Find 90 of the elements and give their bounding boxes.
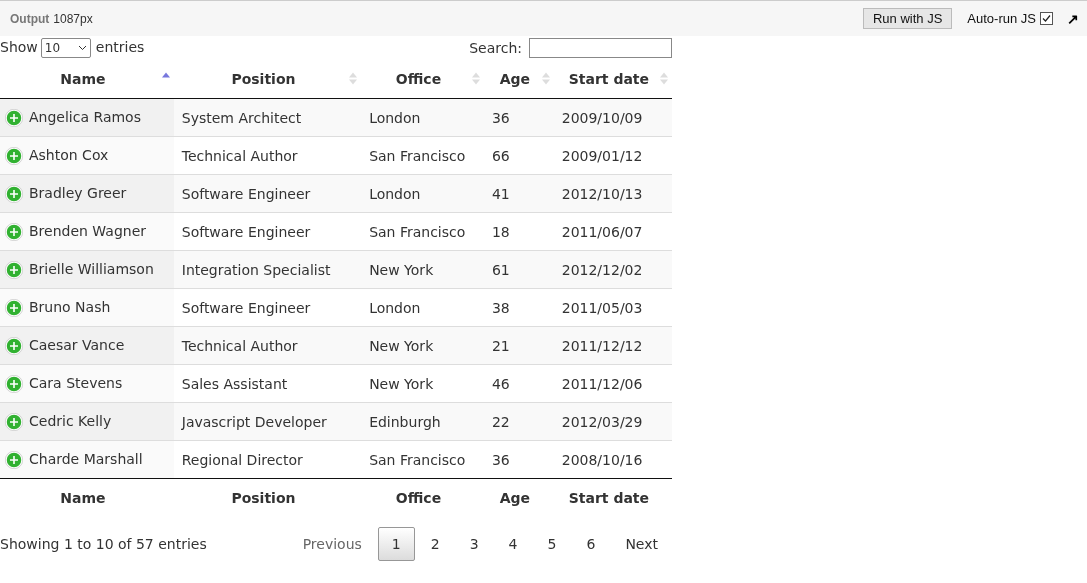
- column-header[interactable]: Age: [483, 60, 554, 99]
- expand-icon[interactable]: [5, 146, 23, 165]
- autorun-checkbox[interactable]: [1040, 12, 1053, 25]
- table-cell: Software Engineer: [173, 212, 362, 251]
- run-button[interactable]: Run with JS: [862, 8, 953, 29]
- column-header[interactable]: Name: [0, 60, 174, 99]
- expand-icon[interactable]: [5, 222, 23, 241]
- column-footer: Office: [361, 478, 484, 517]
- column-header[interactable]: Position: [173, 60, 362, 99]
- table-cell: 2009/01/12: [553, 136, 672, 175]
- table-cell: Integration Specialist: [173, 250, 362, 289]
- autorun-label: Auto-run JS: [967, 11, 1036, 26]
- page-button[interactable]: 6: [572, 527, 610, 561]
- table-cell: 2011/06/07: [553, 212, 672, 251]
- table-cell: Cara Stevens: [0, 364, 174, 403]
- table-cell: Brielle Williamson: [0, 250, 174, 289]
- column-header[interactable]: Office: [361, 60, 484, 99]
- caret-icon: [77, 45, 87, 51]
- table-cell: 2011/12/12: [553, 326, 672, 365]
- table-cell: 21: [483, 326, 554, 365]
- page-button[interactable]: 4: [494, 527, 532, 561]
- table-cell: 61: [483, 250, 554, 289]
- table-cell: Sales Assistant: [173, 364, 362, 403]
- popout-button[interactable]: ↗: [1067, 10, 1079, 27]
- expand-icon[interactable]: [5, 374, 23, 393]
- table-cell: Brenden Wagner: [0, 212, 174, 251]
- expand-icon[interactable]: [5, 336, 23, 355]
- next-button[interactable]: Next: [611, 527, 672, 561]
- table-cell: 2012/03/29: [553, 402, 672, 441]
- table-cell: 38: [483, 288, 554, 327]
- column-footer: Position: [173, 478, 362, 517]
- search-field[interactable]: [529, 38, 672, 58]
- show-label: Show: [0, 39, 38, 55]
- table-cell: 18: [483, 212, 554, 251]
- table-cell: San Francisco: [361, 440, 484, 479]
- table-cell: 46: [483, 364, 554, 403]
- table-cell: London: [361, 174, 484, 213]
- table-cell: New York: [361, 326, 484, 365]
- search-label: Search:: [469, 40, 522, 56]
- output-label: Output: [10, 11, 50, 26]
- table-cell: Technical Author: [173, 326, 362, 365]
- table-info: Showing 1 to 10 of 57 entries: [0, 536, 207, 552]
- expand-icon[interactable]: [5, 298, 23, 317]
- table-cell: Charde Marshall: [0, 440, 174, 479]
- table-cell: Regional Director: [173, 440, 362, 479]
- page-button[interactable]: 5: [533, 527, 571, 561]
- table-cell: London: [361, 288, 484, 327]
- column-header[interactable]: Start date: [553, 60, 672, 99]
- table-cell: 36: [483, 440, 554, 479]
- table-cell: 2011/12/06: [553, 364, 672, 403]
- output-width: 1087px: [53, 11, 93, 26]
- table-cell: San Francisco: [361, 136, 484, 175]
- entries-label: entries: [95, 39, 145, 55]
- page-button[interactable]: 1: [377, 527, 415, 561]
- table-cell: 2008/10/16: [553, 440, 672, 479]
- table-cell: 41: [483, 174, 554, 213]
- column-footer: Age: [483, 478, 554, 517]
- table-cell: New York: [361, 250, 484, 289]
- page-button[interactable]: 3: [455, 527, 493, 561]
- table-cell: New York: [361, 364, 484, 403]
- table-cell: Edinburgh: [361, 402, 484, 441]
- column-footer: Start date: [553, 478, 672, 517]
- table-cell: Angelica Ramos: [0, 98, 174, 137]
- table-cell: System Architect: [173, 98, 362, 137]
- table-cell: 2012/10/13: [553, 174, 672, 213]
- expand-icon[interactable]: [5, 450, 23, 469]
- expand-icon[interactable]: [5, 260, 23, 279]
- table-cell: Javascript Developer: [173, 402, 362, 441]
- page-button[interactable]: 2: [416, 527, 454, 561]
- table-cell: Caesar Vance: [0, 326, 174, 365]
- table-cell: 2009/10/09: [553, 98, 672, 137]
- table-cell: San Francisco: [361, 212, 484, 251]
- table-cell: 36: [483, 98, 554, 137]
- table-cell: 66: [483, 136, 554, 175]
- table-cell: Software Engineer: [173, 174, 362, 213]
- expand-icon[interactable]: [5, 108, 23, 127]
- column-footer: Name: [0, 478, 174, 517]
- table-cell: Cedric Kelly: [0, 402, 174, 441]
- table-cell: Ashton Cox: [0, 136, 174, 175]
- table-cell: 2011/05/03: [553, 288, 672, 327]
- table-cell: Technical Author: [173, 136, 362, 175]
- expand-icon[interactable]: [5, 412, 23, 431]
- table-cell: Bruno Nash: [0, 288, 174, 327]
- entries-select[interactable]: 10: [40, 38, 91, 58]
- expand-icon[interactable]: [5, 184, 23, 203]
- table-cell: 22: [483, 402, 554, 441]
- table-cell: Bradley Greer: [0, 174, 174, 213]
- table-cell: London: [361, 98, 484, 137]
- table-cell: Software Engineer: [173, 288, 362, 327]
- table-cell: 2012/12/02: [553, 250, 672, 289]
